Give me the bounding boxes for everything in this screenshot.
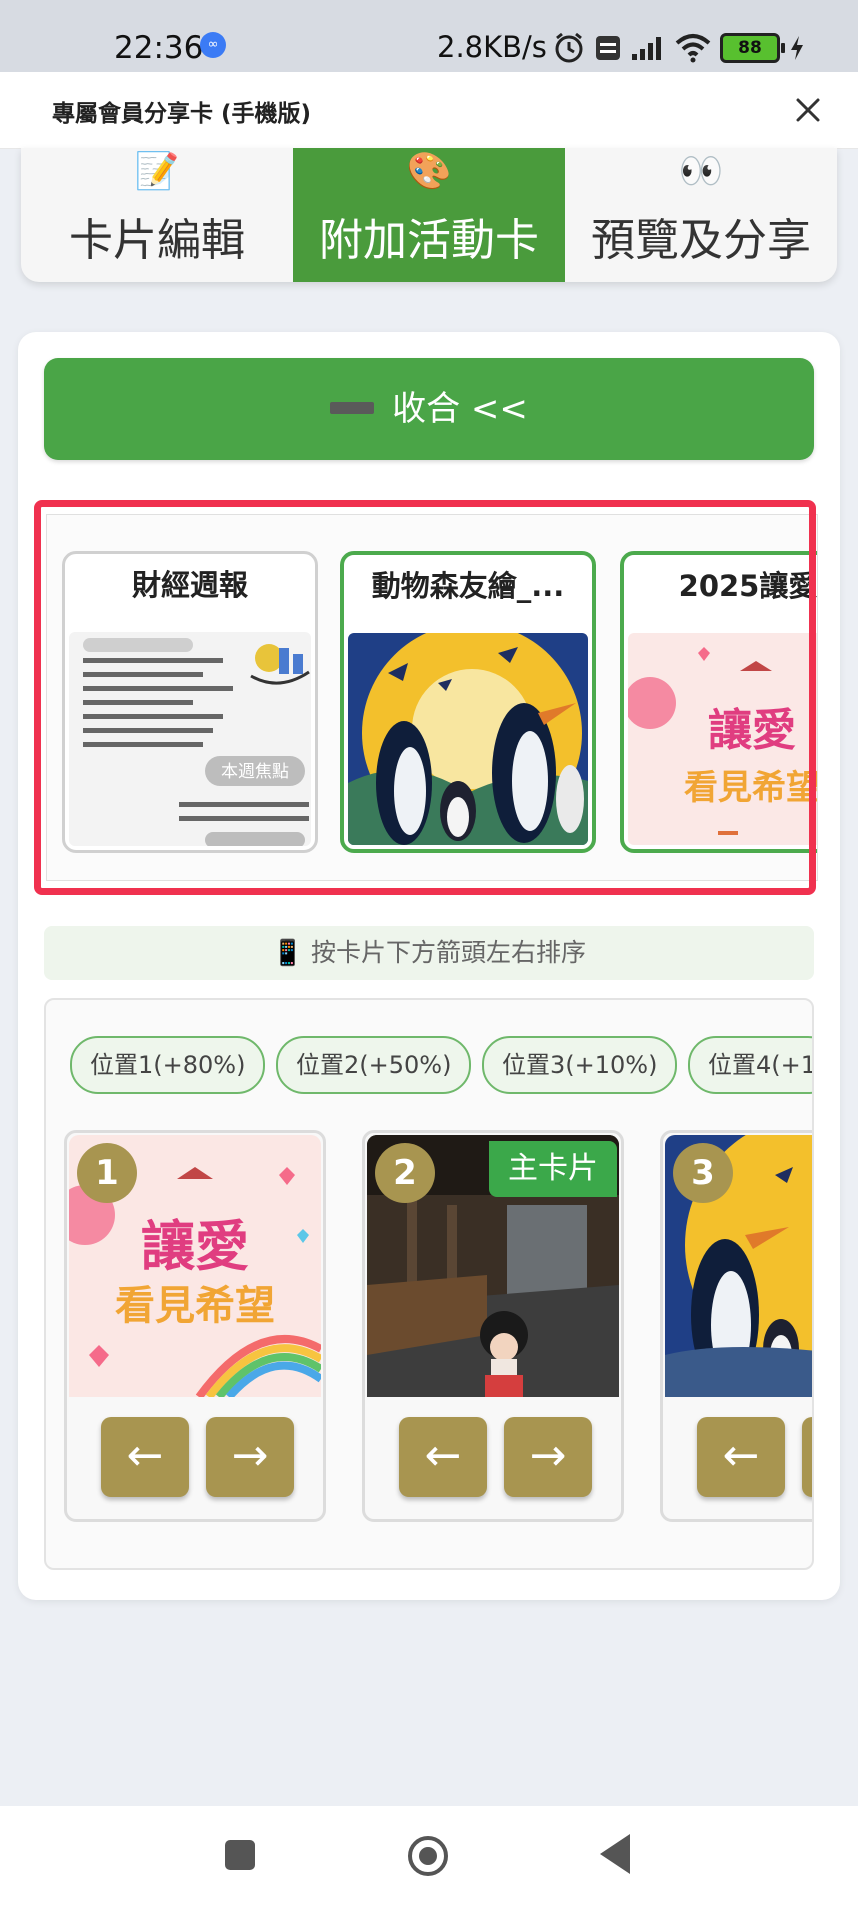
position-chip-3[interactable]: 位置3(+10%) — [482, 1036, 678, 1094]
alarm-icon — [555, 32, 583, 63]
slot-number-badge: 3 — [673, 1143, 733, 1203]
move-right-button[interactable]: → — [504, 1417, 592, 1497]
sort-panel: 位置1(+80%) 位置2(+50%) 位置3(+10%) 位置4(+1 讓愛 … — [44, 998, 814, 1570]
move-left-button[interactable]: ← — [399, 1417, 487, 1497]
close-icon — [796, 98, 820, 122]
position-chip-2[interactable]: 位置2(+50%) — [276, 1036, 472, 1094]
status-bar: 22:36 ∞ 2.8KB/s 88 — [0, 0, 858, 72]
notification-badge-icon: ∞ — [200, 32, 226, 58]
position-chip-1[interactable]: 位置1(+80%) — [70, 1036, 266, 1094]
network-speed: 2.8KB/s — [437, 30, 547, 64]
slot-number-badge: 2 — [375, 1143, 435, 1203]
close-button[interactable] — [784, 86, 832, 134]
minus-icon — [330, 401, 375, 414]
volte-icon — [596, 36, 620, 60]
home-button[interactable] — [408, 1836, 448, 1876]
charging-icon — [791, 36, 803, 60]
tab-label: 卡片編輯 — [69, 215, 245, 266]
event-card-panel: 收合 << 財經週報 本週焦點 動物森友繪_... 2025讓愛 讓愛 看見希望… — [18, 332, 840, 1600]
palette-icon: 🎨 — [406, 151, 452, 192]
dialog-header: 專屬會員分享卡 (手機版) — [0, 72, 858, 149]
slot-number-badge: 1 — [77, 1143, 137, 1203]
tab-bar: 📝 卡片編輯 🎨 附加活動卡 👀 預覽及分享 — [21, 148, 837, 282]
tab-label: 附加活動卡 — [319, 215, 539, 266]
system-nav-bar — [0, 1806, 858, 1907]
svg-text:看見希望: 看見希望 — [115, 1283, 275, 1329]
battery-icon: 88 — [720, 33, 785, 63]
highlight-box — [34, 500, 816, 895]
tab-event-cards[interactable]: 🎨 附加活動卡 — [293, 148, 565, 282]
recents-button[interactable] — [225, 1840, 255, 1870]
move-right-button[interactable]: → — [206, 1417, 294, 1497]
memo-icon: 📝 — [134, 151, 180, 192]
dialog-title: 專屬會員分享卡 (手機版) — [52, 101, 312, 127]
status-time: 22:36 — [114, 30, 204, 66]
back-button[interactable] — [600, 1834, 630, 1874]
svg-text:讓愛: 讓愛 — [141, 1215, 249, 1278]
move-right-button[interactable]: → — [802, 1417, 812, 1497]
sort-hint: 📱 按卡片下方箭頭左右排序 — [44, 926, 814, 980]
slot-card-3: 3 ← → — [660, 1130, 812, 1522]
phone-icon: 📱 — [271, 938, 304, 967]
tab-card-edit[interactable]: 📝 卡片編輯 — [21, 148, 293, 282]
collapse-button[interactable]: 收合 << — [44, 358, 814, 460]
slot-card-2: 2 主卡片 ← → — [362, 1130, 624, 1522]
slot-card-1: 讓愛 看見希望 1 ← → — [64, 1130, 326, 1522]
tab-preview-share[interactable]: 👀 預覽及分享 — [565, 148, 837, 282]
eyes-icon: 👀 — [678, 151, 724, 192]
status-icons: 88 — [552, 28, 806, 68]
tab-label: 預覽及分享 — [591, 215, 811, 266]
signal-icon — [632, 37, 661, 60]
wifi-icon — [675, 34, 711, 63]
main-card-badge: 主卡片 — [489, 1141, 617, 1197]
move-left-button[interactable]: ← — [697, 1417, 785, 1497]
sort-hint-text: 按卡片下方箭頭左右排序 — [311, 938, 587, 967]
move-left-button[interactable]: ← — [101, 1417, 189, 1497]
position-chip-4[interactable]: 位置4(+1 — [688, 1036, 812, 1094]
collapse-label: 收合 << — [392, 389, 528, 429]
